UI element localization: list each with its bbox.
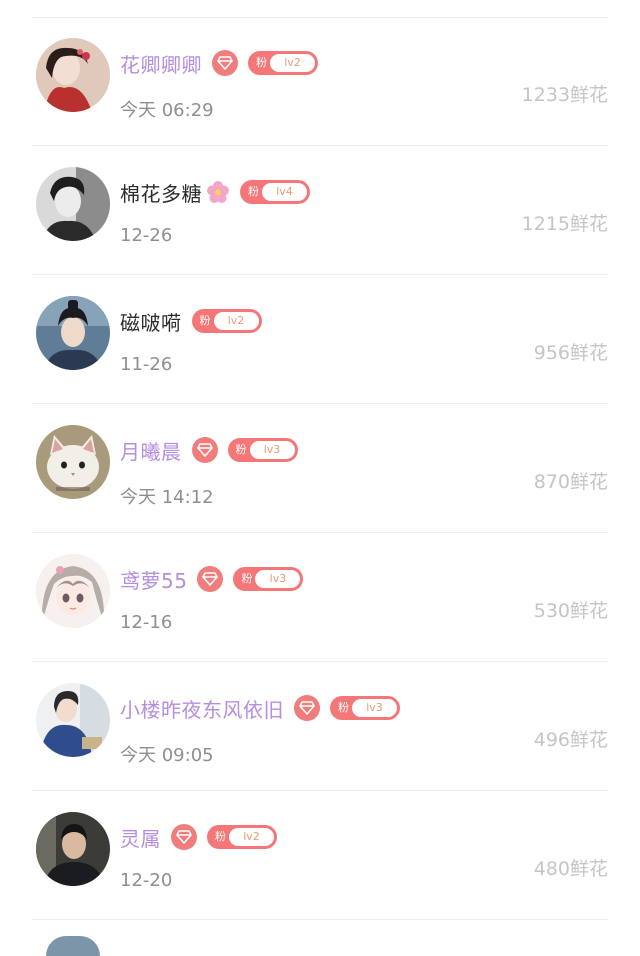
divider bbox=[32, 919, 608, 920]
level-label: lv4 bbox=[262, 183, 307, 201]
timestamp: 12-16 bbox=[120, 612, 173, 633]
divider bbox=[32, 145, 608, 146]
fan-label: 粉 bbox=[199, 314, 211, 327]
timestamp: 今天 14:12 bbox=[120, 487, 214, 508]
timestamp: 今天 09:05 bbox=[120, 745, 214, 766]
user-name[interactable]: 小楼昨夜东风依旧 bbox=[120, 694, 284, 723]
timestamp: 12-20 bbox=[120, 870, 173, 891]
avatar[interactable] bbox=[36, 296, 110, 370]
user-name[interactable]: 灵属 bbox=[120, 823, 161, 852]
user-name[interactable]: 鸢萝55 bbox=[120, 565, 187, 594]
fan-level-badge: 粉 lv4 bbox=[240, 180, 310, 204]
flower-count: 956鲜花 bbox=[533, 342, 608, 364]
list-item[interactable]: 月曦晨 粉 lv3 今天 14:12 870鲜花 bbox=[0, 405, 640, 533]
flower-count: 530鲜花 bbox=[533, 600, 608, 622]
list-item[interactable]: 花卿卿卿 粉 lv2 今天 06:29 1233鲜花 bbox=[0, 18, 640, 146]
diamond-icon bbox=[191, 437, 218, 463]
avatar[interactable] bbox=[36, 554, 110, 628]
man-blue-shirt-portrait-icon bbox=[36, 683, 110, 757]
level-label: lv2 bbox=[229, 828, 274, 846]
list-item[interactable]: 棉花多糖 粉 lv4 12-26 1215鲜花 bbox=[0, 147, 640, 275]
avatar[interactable] bbox=[36, 38, 110, 112]
diamond-icon bbox=[171, 824, 197, 850]
user-name[interactable]: 棉花多糖 bbox=[120, 178, 202, 207]
level-label: lv2 bbox=[213, 312, 259, 330]
divider bbox=[32, 790, 608, 791]
list-item[interactable]: 灵属 粉 lv2 12-20 480鲜花 bbox=[0, 792, 640, 920]
divider bbox=[32, 532, 608, 533]
flower-count: 1215鲜花 bbox=[521, 213, 608, 235]
diamond-icon bbox=[197, 566, 224, 592]
level-label: lv2 bbox=[270, 54, 315, 72]
fan-label: 粉 bbox=[248, 185, 259, 198]
girl-portrait-icon bbox=[36, 38, 110, 112]
man-bw-portrait-icon bbox=[36, 167, 110, 241]
flower-count: 496鲜花 bbox=[533, 729, 608, 751]
divider bbox=[32, 403, 608, 404]
cherry-blossom-icon bbox=[207, 181, 229, 203]
timestamp: 12-26 bbox=[120, 225, 173, 246]
avatar[interactable] bbox=[46, 936, 100, 956]
diamond-icon bbox=[294, 695, 320, 721]
fan-label: 粉 bbox=[215, 830, 226, 843]
fan-level-badge: 粉 lv2 bbox=[207, 825, 277, 849]
avatar[interactable] bbox=[36, 167, 110, 241]
fan-level-badge: 粉 lv2 bbox=[248, 51, 318, 75]
divider bbox=[32, 661, 608, 662]
timestamp: 今天 06:29 bbox=[120, 100, 214, 121]
divider bbox=[32, 274, 608, 275]
level-label: lv3 bbox=[249, 441, 295, 459]
list-item[interactable]: 小楼昨夜东风依旧 粉 lv3 今天 09:05 496鲜花 bbox=[0, 663, 640, 791]
costume-man-portrait-icon bbox=[36, 296, 110, 370]
fan-level-badge: 粉 lv2 bbox=[191, 309, 262, 333]
user-name[interactable]: 月曦晨 bbox=[120, 436, 182, 465]
timestamp: 11-26 bbox=[120, 354, 173, 375]
fan-label: 粉 bbox=[338, 701, 349, 714]
anime-girl-portrait-icon bbox=[36, 554, 110, 628]
fan-level-badge: 粉 lv3 bbox=[227, 438, 298, 462]
flower-count: 480鲜花 bbox=[533, 858, 608, 880]
avatar[interactable] bbox=[36, 425, 110, 499]
fan-label: 粉 bbox=[235, 443, 247, 456]
fan-label: 粉 bbox=[241, 572, 253, 585]
list-item[interactable]: 鸢萝55 粉 lv3 12-16 530鲜花 bbox=[0, 534, 640, 662]
cat-portrait-icon bbox=[36, 425, 110, 499]
flower-count: 870鲜花 bbox=[533, 471, 608, 493]
level-label: lv3 bbox=[255, 570, 301, 588]
avatar[interactable] bbox=[36, 683, 110, 757]
user-name[interactable]: 磁啵嗬 bbox=[120, 307, 182, 336]
man-dark-portrait-icon bbox=[36, 812, 110, 886]
fan-label: 粉 bbox=[256, 56, 267, 69]
fan-level-badge: 粉 lv3 bbox=[233, 567, 304, 591]
user-name[interactable]: 花卿卿卿 bbox=[120, 49, 202, 78]
avatar[interactable] bbox=[36, 812, 110, 886]
diamond-icon bbox=[212, 50, 238, 76]
level-label: lv3 bbox=[352, 699, 397, 717]
list-item[interactable]: 磁啵嗬 粉 lv2 11-26 956鲜花 bbox=[0, 276, 640, 404]
flower-count: 1233鲜花 bbox=[521, 84, 608, 106]
fan-level-badge: 粉 lv3 bbox=[330, 696, 400, 720]
